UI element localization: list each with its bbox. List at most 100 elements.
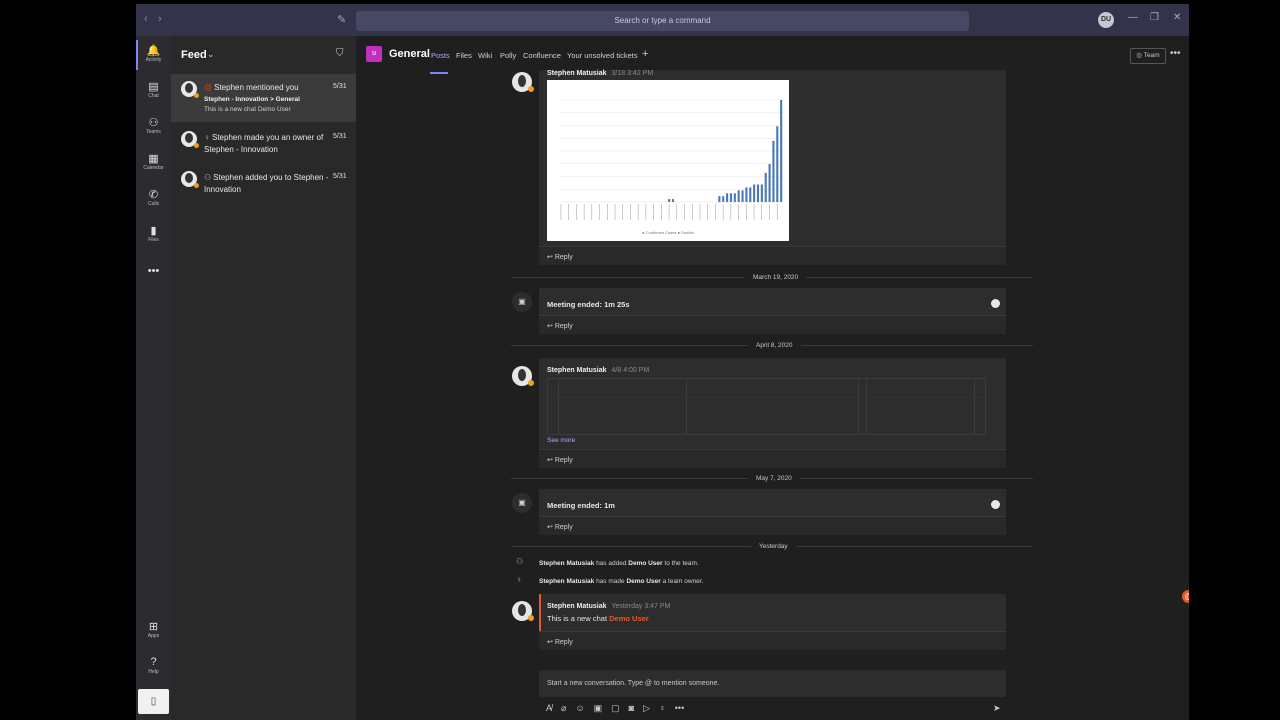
message-author: Stephen Matusiak 3/18 3:42 PM [547,70,653,77]
rail-more-button[interactable]: ••• [136,265,171,277]
rail-item-teams[interactable]: ⚇ Teams [136,116,171,135]
rail-label: Chat [148,93,159,99]
tab-polly[interactable]: Polly [500,51,516,60]
reply-button[interactable]: ↩ Reply [547,322,573,330]
add-member-icon: ⚇ [516,557,524,566]
tab-posts[interactable]: Posts [431,51,450,60]
reply-button[interactable]: ↩ Reply [547,638,573,646]
reply-button[interactable]: ↩ Reply [547,523,573,531]
rail-item-apps[interactable]: ⊞ Apps [136,620,171,639]
feed-item-date: 5/31 [333,83,347,90]
chart-bar [753,184,756,202]
message-card: Stephen Matusiak 4/8 4:00 PM See more ↩ R… [539,358,1006,468]
chart-bar [671,199,675,202]
chart-bar [729,193,733,202]
mobile-device-icon[interactable]: ▯ [138,689,169,714]
teams-window: ‹ › ✎ Search or type a command DU — ❐ ✕ … [136,4,1189,720]
feed-item-context: Stephen - Innovation > General [204,96,300,103]
meet-now-icon[interactable]: ◙ [629,703,634,713]
add-tab-icon[interactable]: + [642,48,648,60]
feed-item-date: 5/31 [333,173,347,180]
attach-icon[interactable]: ⌀ [561,703,566,713]
rail-item-activity[interactable]: 🔔 Activity [136,44,171,63]
author-name: Stephen Matusiak [547,603,607,610]
reply-label: Reply [554,457,573,464]
back-arrow-icon[interactable]: ‹ [144,13,148,25]
rail-label: Help [148,669,159,675]
chevron-down-icon[interactable]: ⌄ [207,49,215,60]
stream-icon[interactable]: ▷ [643,703,650,713]
feed-item-preview: This is a new chat Demo User [204,106,291,113]
feed-title[interactable]: Feed [181,49,207,61]
message-text: This is a new chat [547,614,610,623]
owner-icon: ♀ [516,575,522,584]
compose-box[interactable]: Start a new conversation. Type @ to ment… [539,670,1006,697]
mention-icon: @ [1182,590,1189,603]
tab-files[interactable]: Files [456,51,472,60]
minimize-icon[interactable]: — [1128,12,1138,23]
praise-icon[interactable]: ♀ [659,703,666,713]
reply-button[interactable]: ↩ Reply [547,253,573,261]
help-icon: ? [150,656,157,668]
system-message: Stephen Matusiak has made Demo User a te… [539,578,703,585]
reply-label: Reply [554,254,573,261]
system-actor: Stephen Matusiak [539,578,595,585]
chart-bar [668,199,671,202]
attached-chart-image[interactable]: ● Confirmed Cases ● Deaths [547,80,789,241]
format-icon[interactable]: A̸ [546,703,552,713]
avatar [181,171,199,188]
rail-item-chat[interactable]: ▤ Chat [136,80,171,99]
reply-icon: ↩ [547,457,555,464]
meeting-icon: ▣ [512,493,532,513]
feed-item-date: 5/31 [333,133,347,140]
meeting-icon: ▣ [512,292,532,312]
filter-icon[interactable]: ⛉ [336,48,344,59]
chart-bar [764,172,767,202]
message-card: Stephen Matusiak Yesterday 3:47 PM This i… [539,590,1189,650]
mention-link[interactable]: Demo User [609,614,649,623]
feed-item-title: ♀ Stephen made you an owner of Stephen - … [204,132,329,156]
rail-item-help[interactable]: ? Help [136,656,171,675]
chart-bar [776,126,779,202]
message-card: Stephen Matusiak 3/18 3:42 PM ● Confirmed… [539,70,1006,265]
chart-bar [780,100,783,202]
date-divider-label: April 8, 2020 [748,342,801,349]
user-avatar[interactable]: DU [1098,12,1114,28]
add-user-icon: ⚇ [204,173,212,182]
chart-bar [745,187,748,202]
rail-label: Activity [145,57,162,63]
tab-confluence[interactable]: Confluence [523,51,561,60]
meeting-ended-text: Meeting ended: 1m [547,501,615,510]
reply-button[interactable]: ↩ Reply [547,456,573,464]
chart-bar [718,196,721,202]
rail-item-calls[interactable]: ✆ Calls [136,188,171,207]
tab-unsolved-tickets[interactable]: Your unsolved tickets [567,51,638,60]
more-icon[interactable]: ••• [1170,48,1181,59]
compose-icon[interactable]: ✎ [337,13,346,26]
title-bar: ‹ › ✎ Search or type a command DU — ❐ ✕ [136,4,1189,36]
close-icon[interactable]: ✕ [1173,12,1181,23]
send-icon[interactable]: ➤ [993,703,1001,714]
feed-item[interactable]: @ Stephen mentioned you Stephen - Innovat… [171,74,356,122]
forward-arrow-icon[interactable]: › [158,13,162,25]
rail-label: Calendar [143,165,164,171]
calendar-icon: ▦ [148,153,159,165]
see-more-link[interactable]: See more [547,437,575,444]
rail-item-files[interactable]: ▮ Files [136,224,171,243]
participant-avatar [991,500,1000,509]
rail-item-calendar[interactable]: ▦ Calendar [136,152,171,171]
search-input[interactable]: Search or type a command [356,11,969,31]
phone-icon: ✆ [148,189,159,201]
restore-icon[interactable]: ❐ [1150,12,1159,23]
gif-icon[interactable]: ▣ [594,703,603,713]
tab-wiki[interactable]: Wiki [478,51,492,60]
feed-item[interactable]: ⚇ Stephen added you to Stephen - Innovati… [171,164,356,212]
author-name: Stephen Matusiak [547,367,607,374]
reply-icon: ↩ [547,639,555,646]
message-author: Stephen Matusiak Yesterday 3:47 PM [547,603,670,610]
more-options-icon[interactable]: ••• [675,703,684,713]
team-button[interactable]: ◎ Team [1130,48,1166,64]
sticker-icon[interactable]: ▢ [611,703,620,713]
emoji-icon[interactable]: ☺ [575,703,584,713]
channel-name: General [389,48,430,60]
